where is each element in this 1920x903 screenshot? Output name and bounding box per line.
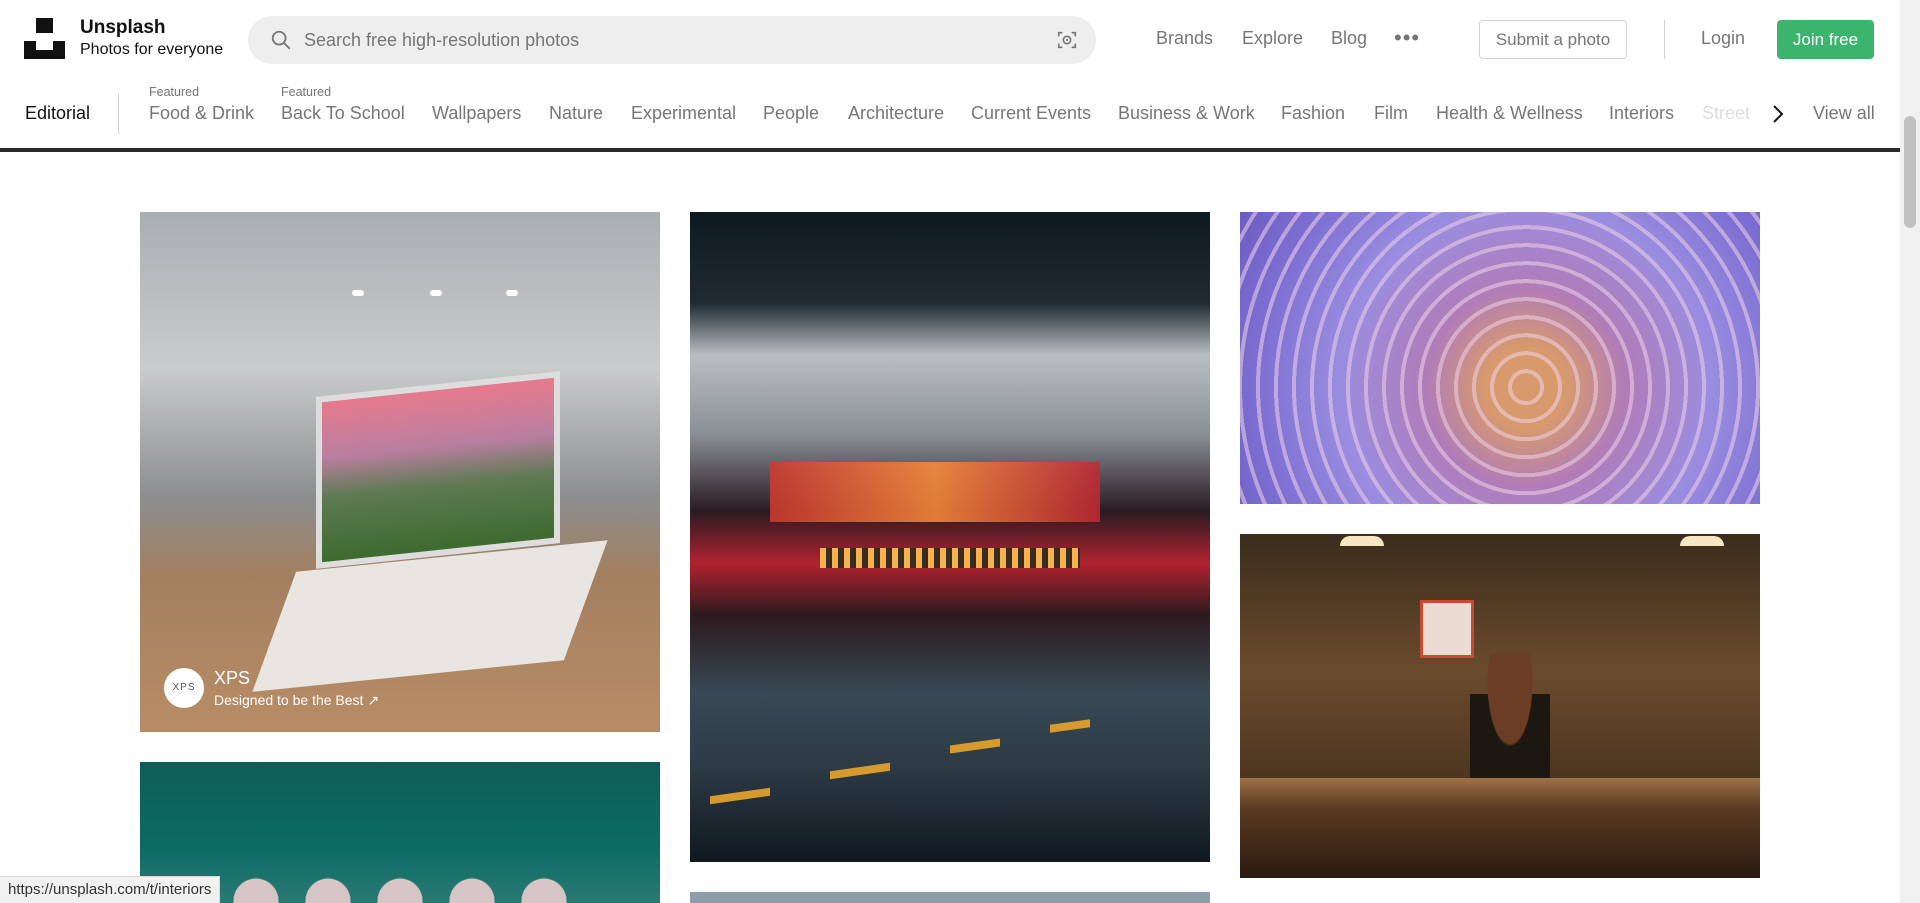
ellipsis-icon[interactable]: •••	[1394, 27, 1420, 49]
scrollbar[interactable]	[1900, 0, 1920, 903]
search-icon[interactable]	[270, 29, 292, 51]
laptop-screen	[316, 371, 560, 569]
submit-photo-button[interactable]: Submit a photo	[1479, 20, 1627, 59]
tab-label: Current Events	[971, 103, 1092, 123]
road-marking	[1050, 719, 1090, 733]
tab-label: Experimental	[631, 103, 737, 123]
pendant-light	[1340, 536, 1384, 546]
topics-nav: Editorial Featured Food & Drink Featured…	[0, 78, 1900, 150]
unsplash-logo[interactable]	[24, 18, 65, 59]
topics-divider	[118, 94, 119, 134]
tab-label: Health & Wellness	[1436, 103, 1583, 123]
tab-editorial[interactable]: Editorial	[25, 78, 91, 150]
scrollbar-thumb[interactable]	[1904, 116, 1916, 228]
photo-detail	[1420, 600, 1474, 658]
sponsor-name: XPS	[214, 668, 251, 688]
header: Unsplash Photos for everyone Brands Expl…	[0, 0, 1900, 78]
road-marking	[950, 738, 1000, 754]
nav-link-explore[interactable]: Explore	[1242, 28, 1303, 49]
photo-detail	[1240, 212, 1760, 504]
tab-label: Interiors	[1609, 103, 1675, 123]
photo-detail	[820, 548, 1080, 568]
status-bar-url: https://unsplash.com/t/interiors	[0, 876, 221, 903]
view-all-link[interactable]: View all	[1813, 103, 1875, 124]
ceiling-light	[506, 290, 518, 296]
tab-label: Wallpapers	[432, 103, 522, 123]
photo-detail	[770, 462, 1100, 522]
photo-detail	[1470, 654, 1550, 794]
photo-partial[interactable]	[690, 892, 1210, 903]
road-marking	[830, 762, 890, 780]
tab-label: Street	[1702, 103, 1750, 123]
tab-label: Fashion	[1281, 103, 1346, 123]
photo-cafe-barista[interactable]	[1240, 534, 1760, 878]
laptop-keyboard	[252, 540, 608, 692]
chevron-right-icon[interactable]	[1768, 102, 1788, 126]
tab-label: Architecture	[848, 103, 945, 123]
photo-sponsored-laptop[interactable]: XPS XPS Designed to be the Best ↗	[140, 212, 660, 732]
ceiling-light	[352, 290, 364, 296]
header-divider	[1664, 20, 1665, 59]
ceiling-light	[430, 290, 442, 296]
brand[interactable]: Unsplash Photos for everyone	[80, 17, 223, 61]
sponsor-avatar: XPS	[164, 668, 204, 708]
tab-label: Nature	[549, 103, 604, 123]
search-bar[interactable]	[248, 16, 1096, 64]
login-link[interactable]: Login	[1701, 28, 1745, 49]
join-free-button[interactable]: Join free	[1777, 20, 1874, 59]
photo-abstract-spiral[interactable]	[1240, 212, 1760, 504]
featured-label: Featured	[281, 85, 332, 99]
logo-mark-top	[36, 18, 53, 33]
tab-label: People	[763, 103, 820, 123]
brand-name: Unsplash	[80, 17, 166, 38]
hero-image-edge	[0, 148, 1900, 152]
tab-street[interactable]: Street	[1702, 78, 1750, 150]
tab-label: Food & Drink	[149, 103, 255, 123]
tab-label: Back To School	[281, 103, 405, 123]
visual-search-icon[interactable]	[1056, 29, 1078, 51]
photo-detail	[220, 877, 580, 903]
featured-label: Featured	[149, 85, 200, 99]
sponsor-tagline[interactable]: Designed to be the Best ↗	[214, 692, 379, 709]
tab-label: Film	[1374, 103, 1408, 123]
tab-label: Editorial	[25, 103, 91, 123]
tab-label: Business & Work	[1118, 103, 1255, 123]
brand-tagline: Photos for everyone	[80, 41, 224, 58]
photo-detail	[1240, 778, 1760, 878]
nav-link-brands[interactable]: Brands	[1156, 28, 1213, 49]
pendant-light	[1680, 536, 1724, 546]
road-marking	[710, 787, 770, 805]
logo-mark-bottom	[24, 41, 65, 59]
photo-street-cinema[interactable]	[690, 212, 1210, 862]
nav-link-blog[interactable]: Blog	[1331, 28, 1367, 49]
search-input[interactable]	[304, 16, 994, 64]
